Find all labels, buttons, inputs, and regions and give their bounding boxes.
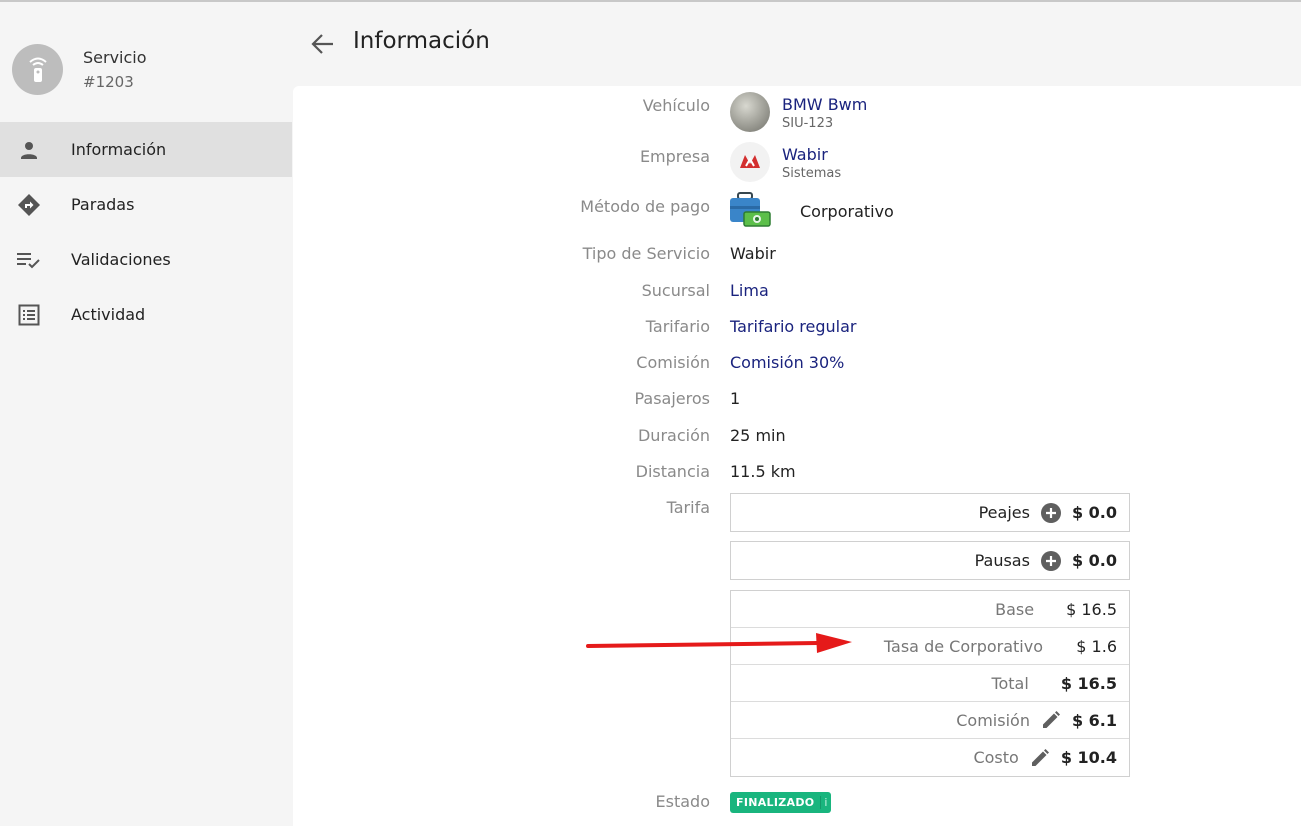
tariff-plan-label: Tarifario [645, 317, 710, 336]
fare-label: Tarifa [666, 498, 710, 517]
company-label: Empresa [639, 147, 710, 166]
passengers-value: 1 [730, 389, 741, 408]
corporate-fee-label: Tasa de Corporativo [883, 636, 1043, 656]
remote-control-icon [12, 44, 63, 95]
sidebar-item-label: Paradas [71, 195, 135, 214]
person-icon [16, 137, 42, 163]
status-badge-text: FINALIZADO [736, 796, 815, 809]
branch-link[interactable]: Lima [730, 281, 769, 300]
edit-pencil-icon[interactable] [1029, 747, 1051, 769]
distance-value: 11.5 km [730, 462, 796, 481]
sidebar-item-label: Actividad [71, 305, 146, 324]
vehicle-plate: SIU-123 [782, 116, 834, 131]
payment-method-label: Método de pago [580, 197, 710, 216]
service-header: Servicio #1203 [12, 44, 147, 95]
sidebar: Servicio #1203 Información Paradas Valid… [0, 2, 292, 826]
cost-amount: $ 10.4 [1060, 748, 1117, 767]
branch-label: Sucursal [641, 281, 710, 300]
cost-label: Costo [973, 748, 1019, 767]
pauses-label: Pausas [974, 551, 1030, 570]
base-label: Base [995, 599, 1035, 619]
tolls-amount: $ 0.0 [1071, 503, 1117, 522]
add-circle-icon[interactable] [1040, 550, 1062, 572]
tolls-box: Peajes $ 0.0 [730, 493, 1130, 532]
sidebar-item-informacion[interactable]: Información [0, 122, 292, 177]
service-type-label: Tipo de Servicio [582, 244, 710, 263]
vehicle-label: Vehículo [642, 96, 710, 115]
back-arrow-icon[interactable] [309, 30, 337, 58]
table-row: Comisión $ 6.1 [731, 702, 1129, 739]
sidebar-item-label: Información [71, 140, 167, 159]
vehicle-photo [730, 92, 770, 132]
page-title: Información [353, 28, 490, 54]
sidebar-item-paradas[interactable]: Paradas [0, 177, 292, 232]
info-icon[interactable]: i [820, 796, 831, 809]
distance-label: Distancia [635, 462, 710, 481]
sidebar-nav: Información Paradas Validaciones Activid… [0, 122, 292, 342]
annotation-arrow-icon [586, 630, 854, 654]
payment-method-value: Corporativo [800, 202, 894, 221]
pauses-box: Pausas $ 0.0 [730, 541, 1130, 580]
fare-breakdown-table: Base $ 16.5 Tasa de Corporativo $ 1.6 To… [730, 590, 1130, 777]
commission-link[interactable]: Comisión 30% [730, 353, 844, 372]
table-row: Base $ 16.5 [731, 591, 1129, 628]
directions-icon [16, 192, 42, 218]
tolls-label: Peajes [978, 503, 1030, 522]
sidebar-item-actividad[interactable]: Actividad [0, 287, 292, 342]
sidebar-item-validaciones[interactable]: Validaciones [0, 232, 292, 287]
fare-commission-amount: $ 6.1 [1071, 710, 1117, 730]
add-circle-icon[interactable] [1040, 502, 1062, 524]
vehicle-name-link[interactable]: BMW Bwm [782, 95, 867, 114]
total-amount: $ 16.5 [1060, 673, 1117, 693]
table-row: Costo $ 10.4 [731, 739, 1129, 776]
duration-label: Duración [637, 426, 710, 445]
playlist-check-icon [16, 247, 42, 273]
sidebar-item-label: Validaciones [71, 250, 171, 269]
passengers-label: Pasajeros [634, 389, 710, 408]
commission-label: Comisión [636, 353, 710, 372]
duration-value: 25 min [730, 426, 786, 445]
status-label: Estado [655, 792, 710, 811]
service-title: Servicio [83, 47, 147, 67]
corporate-payment-icon [728, 190, 772, 230]
service-type-value: Wabir [730, 244, 776, 263]
corporate-fee-amount: $ 1.6 [1076, 636, 1117, 656]
company-logo [730, 142, 770, 182]
company-sub: Sistemas [782, 166, 842, 181]
fare-commission-label: Comisión [956, 710, 1030, 730]
table-row: Total $ 16.5 [731, 665, 1129, 702]
list-alt-icon [16, 302, 42, 328]
edit-pencil-icon[interactable] [1040, 709, 1062, 731]
base-amount: $ 16.5 [1066, 599, 1117, 619]
pauses-amount: $ 0.0 [1071, 551, 1117, 570]
company-name-link[interactable]: Wabir [782, 145, 828, 164]
service-number: #1203 [83, 72, 134, 91]
status-badge[interactable]: FINALIZADO i [730, 792, 832, 813]
tariff-plan-link[interactable]: Tarifario regular [730, 317, 856, 336]
total-label: Total [991, 673, 1029, 693]
